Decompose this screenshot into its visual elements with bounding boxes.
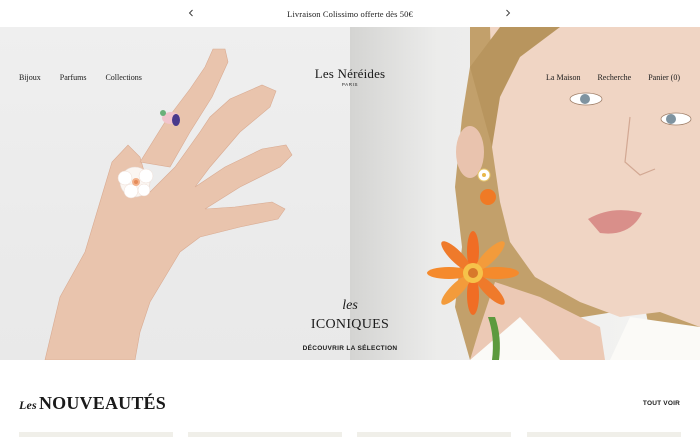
- hero-title: ICONIQUES: [310, 317, 390, 332]
- chevron-left-icon[interactable]: [184, 6, 198, 20]
- see-all-link[interactable]: TOUT VOIR: [643, 400, 680, 407]
- main-nav-right: La Maison Recherche Panier (0): [529, 73, 680, 82]
- announcement-text: Livraison Colissimo offerte dès 50€: [287, 8, 413, 19]
- new-arrivals-heading: NOUVEAUTÉS: [38, 393, 166, 413]
- nav-la-maison[interactable]: La Maison: [546, 73, 580, 82]
- product-card[interactable]: [188, 432, 342, 437]
- product-card[interactable]: [357, 432, 511, 437]
- hero-les: les: [342, 298, 358, 313]
- new-arrivals-les: Les: [19, 398, 37, 412]
- product-card[interactable]: [19, 432, 173, 437]
- nav-panier[interactable]: Panier (0): [648, 73, 680, 82]
- nav-recherche[interactable]: Recherche: [597, 73, 631, 82]
- hero-caption: les ICONIQUES DÉCOUVRIR LA SÉLECTION: [250, 299, 450, 355]
- announcement-bar: Livraison Colissimo offerte dès 50€: [0, 0, 700, 27]
- hero-cta-link[interactable]: DÉCOUVRIR LA SÉLECTION: [303, 345, 398, 352]
- hero-banner[interactable]: Bijoux Parfums Collections Les Néréides …: [0, 27, 700, 360]
- product-card[interactable]: [527, 432, 681, 437]
- product-cards-row: [19, 432, 681, 437]
- new-arrivals-title: Les NOUVEAUTÉS: [19, 393, 166, 414]
- logo-subtitle: PARIS: [341, 82, 359, 87]
- chevron-right-icon[interactable]: [501, 6, 515, 20]
